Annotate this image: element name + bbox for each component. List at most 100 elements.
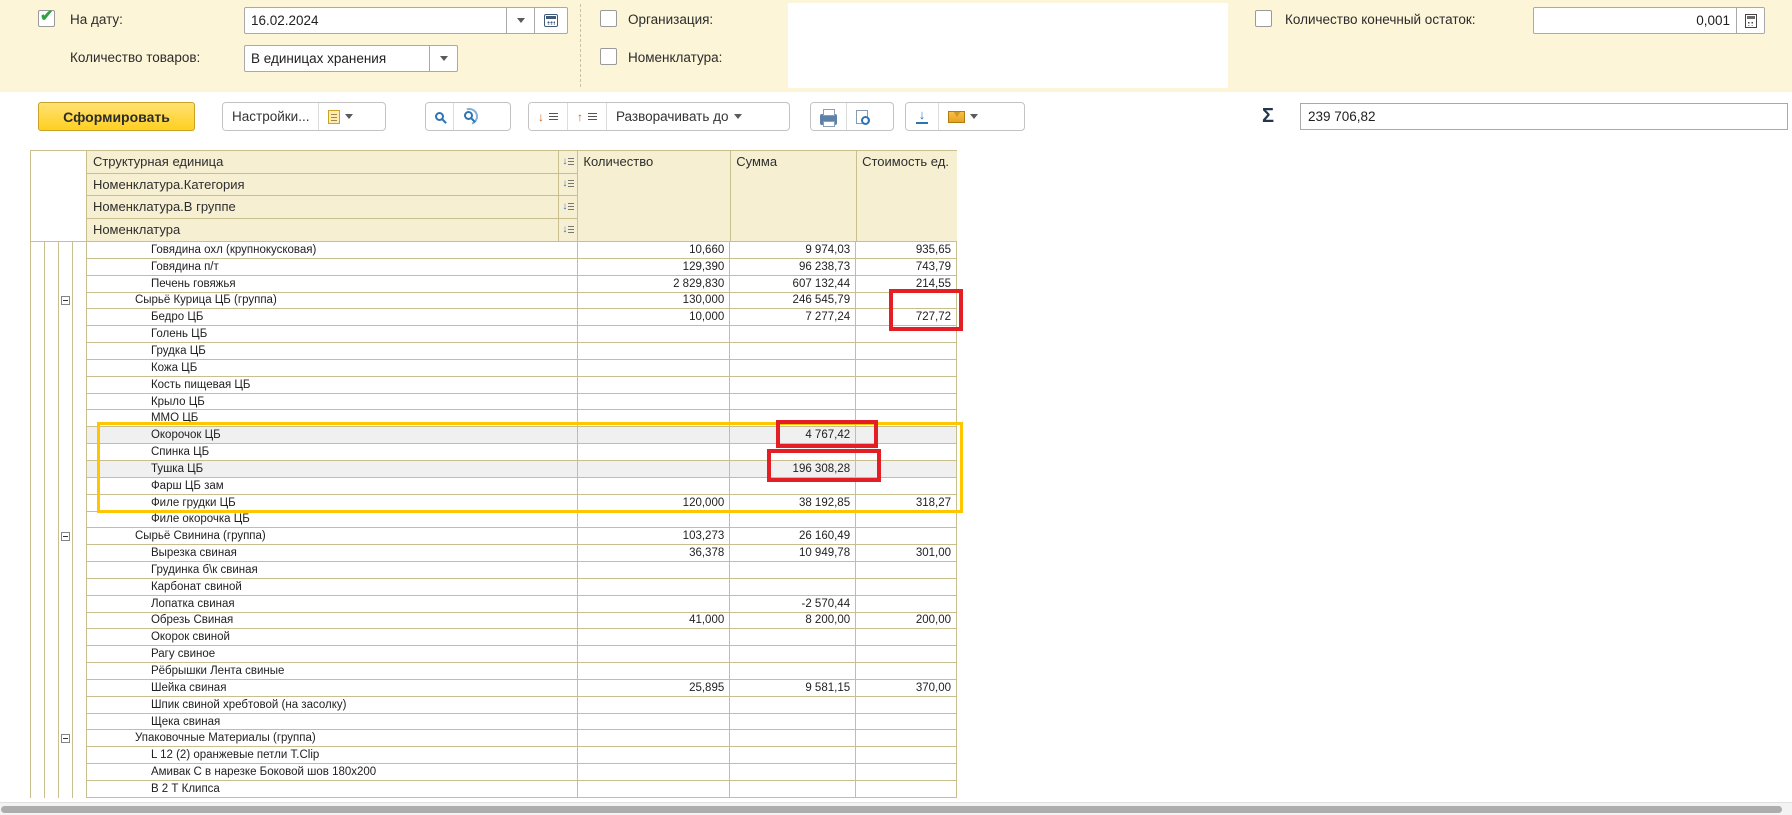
print-button[interactable] [811, 103, 846, 130]
table-row[interactable]: Карбонат свиной [31, 579, 957, 596]
table-row[interactable]: Щека свиная [31, 714, 957, 731]
qty-value [578, 343, 730, 360]
header-nomenclature-in-group[interactable]: Номенклатура.В группе ↓ [87, 196, 577, 219]
generate-button[interactable]: Сформировать [38, 102, 195, 131]
table-row[interactable]: Шейка свиная25,8959 581,15370,00 [31, 680, 957, 697]
tree-gutter-cell [59, 360, 73, 377]
expand-all-button[interactable]: ↓ [529, 103, 567, 130]
table-row[interactable]: Вырезка свиная36,37810 949,78301,00 [31, 545, 957, 562]
header-nomenclature-category[interactable]: Номенклатура.Категория ↓ [87, 174, 577, 197]
horizontal-scrollbar-thumb[interactable] [1, 806, 1782, 813]
table-row[interactable]: В 2 Т Клипса [31, 781, 957, 798]
table-row[interactable]: Кожа ЦБ [31, 360, 957, 377]
table-row[interactable]: Филе грудки ЦБ120,00038 192,85318,27 [31, 495, 957, 512]
table-row[interactable]: Тушка ЦБ196 308,28 [31, 461, 957, 478]
collapse-group-icon[interactable] [61, 532, 70, 541]
table-row[interactable]: Обрезь Свиная41,0008 200,00200,00 [31, 613, 957, 630]
table-row[interactable]: Говядина охл (крупнокусковая)10,6609 974… [31, 242, 957, 259]
qty-value [578, 764, 730, 781]
cancel-search-button[interactable] [453, 103, 485, 130]
org-nomenclature-field-area[interactable] [788, 3, 1228, 88]
table-row[interactable]: Фарш ЦБ зам [31, 478, 957, 495]
table-row[interactable]: L 12 (2) оранжевые петли T.Clip [31, 747, 957, 764]
table-row[interactable]: ММО ЦБ [31, 410, 957, 427]
table-row[interactable]: Грудка ЦБ [31, 343, 957, 360]
table-row[interactable]: Шпик свиной хребтовой (на засолку) [31, 697, 957, 714]
collapse-group-icon[interactable] [61, 296, 70, 305]
date-dropdown-button[interactable] [507, 7, 535, 34]
table-row[interactable]: Бедро ЦБ10,0007 277,24727,72 [31, 309, 957, 326]
sum-total-field[interactable]: 239 706,82 [1300, 103, 1788, 130]
collapse-all-button[interactable]: ↑ [567, 103, 606, 130]
sum-value [730, 394, 856, 411]
sum-value [730, 444, 856, 461]
expand-to-button[interactable]: Разворачивать до [606, 103, 751, 130]
nomenclature-name: Грудинка б\к свиная [87, 562, 578, 579]
header-unit-cost[interactable]: Стоимость ед. [856, 151, 957, 241]
qty-value: 120,000 [578, 495, 730, 512]
table-row[interactable]: Говядина п/т129,39096 238,73743,79 [31, 259, 957, 276]
header-structural-unit[interactable]: Структурная единица ↓ [87, 151, 577, 174]
nomenclature-checkbox[interactable] [600, 48, 617, 65]
final-balance-calc-button[interactable] [1737, 7, 1765, 34]
print-preview-button[interactable] [846, 103, 877, 130]
header-nomenclature[interactable]: Номенклатура ↓ [87, 219, 577, 241]
tree-gutter-cell [31, 545, 45, 562]
table-row[interactable]: Печень говяжья2 829,830607 132,44214,55 [31, 276, 957, 293]
horizontal-scrollbar [0, 802, 1792, 815]
sort-button[interactable]: ↓ [558, 219, 577, 241]
cost-value: 743,79 [856, 259, 957, 276]
save-file-button[interactable]: ↓ [906, 103, 938, 130]
table-row[interactable]: Амивак С в нарезке Боковой шов 180x200 [31, 764, 957, 781]
table-row[interactable]: Рёбрышки Лента свиные [31, 663, 957, 680]
cost-value [856, 427, 957, 444]
table-row[interactable]: Окорочок ЦБ4 767,42 [31, 427, 957, 444]
tree-gutter-cell [45, 343, 59, 360]
header-sum[interactable]: Сумма [730, 151, 856, 241]
table-row-group[interactable]: Сырьё Свинина (группа)103,27326 160,49 [31, 528, 957, 545]
tree-gutter-cell [31, 714, 45, 731]
final-balance-input[interactable]: 0,001 [1533, 7, 1737, 34]
collapse-group-icon[interactable] [61, 734, 70, 743]
sort-button[interactable]: ↓ [558, 151, 577, 173]
table-row-group[interactable]: Упаковочные Материалы (группа) [31, 730, 957, 747]
table-row[interactable]: Филе окорочка ЦБ [31, 512, 957, 529]
table-row[interactable]: Грудинка б\к свиная [31, 562, 957, 579]
sort-button[interactable]: ↓ [558, 174, 577, 196]
sum-value: 7 277,24 [730, 309, 856, 326]
table-row[interactable]: Кость пищевая ЦБ [31, 377, 957, 394]
send-mail-button[interactable] [938, 103, 987, 130]
qty-value: 41,000 [578, 613, 730, 630]
chevron-down-icon [345, 114, 353, 119]
final-balance-checkbox[interactable] [1255, 10, 1272, 27]
header-quantity[interactable]: Количество [578, 151, 730, 241]
table-row[interactable]: Окорок свиной [31, 629, 957, 646]
tree-gutter-cell [73, 309, 87, 326]
list-lines-icon [588, 113, 597, 121]
qty-mode-select[interactable]: В единицах хранения [244, 45, 430, 72]
date-calendar-button[interactable] [535, 7, 568, 34]
tree-gutter-cell [59, 663, 73, 680]
table-row[interactable]: Голень ЦБ [31, 326, 957, 343]
settings-button[interactable]: Настройки... [223, 103, 318, 130]
table-row[interactable]: Спинка ЦБ [31, 444, 957, 461]
sum-value [730, 478, 856, 495]
organization-checkbox[interactable] [600, 10, 617, 27]
sum-value [730, 697, 856, 714]
qty-mode-dropdown-button[interactable] [430, 45, 458, 72]
tree-gutter-cell [73, 478, 87, 495]
date-input[interactable]: 16.02.2024 [244, 7, 507, 34]
search-button[interactable] [426, 103, 453, 130]
sort-button[interactable]: ↓ [558, 196, 577, 218]
tree-gutter-cell [73, 512, 87, 529]
table-row[interactable]: Рагу свиное [31, 646, 957, 663]
cost-value [856, 512, 957, 529]
sum-value: 246 545,79 [730, 293, 856, 310]
table-row[interactable]: Лопатка свиная-2 570,44 [31, 596, 957, 613]
tree-gutter-cell [45, 764, 59, 781]
report-variants-button[interactable] [318, 103, 362, 130]
nomenclature-name: Амивак С в нарезке Боковой шов 180x200 [87, 764, 578, 781]
table-row[interactable]: Крыло ЦБ [31, 394, 957, 411]
table-row-group[interactable]: Сырьё Курица ЦБ (группа)130,000246 545,7… [31, 293, 957, 310]
na-datu-checkbox[interactable] [38, 10, 55, 27]
